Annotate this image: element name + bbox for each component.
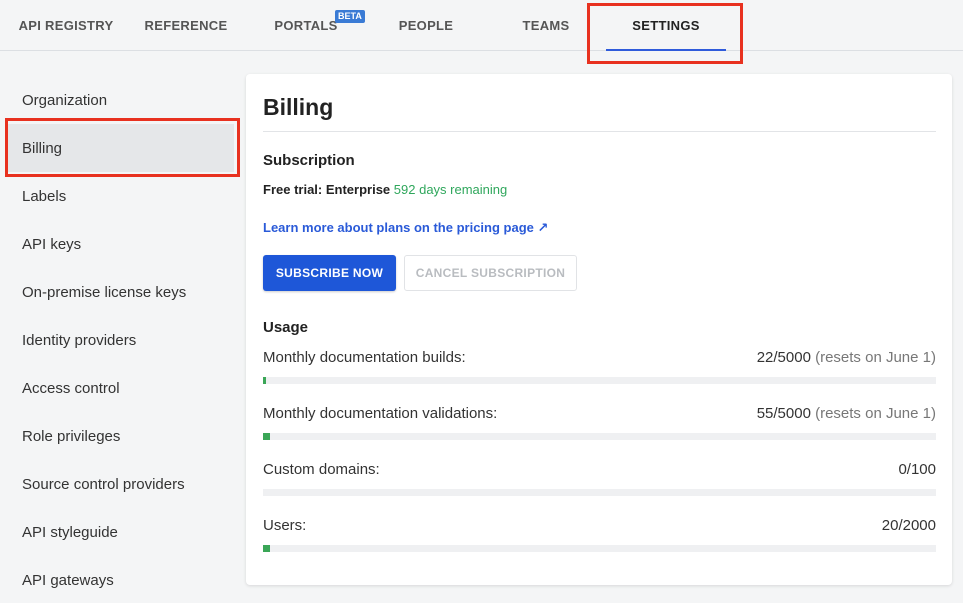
tab-people[interactable]: PEOPLE (384, 0, 468, 51)
sidebar-item-label: Organization (22, 91, 108, 109)
usage-progress-fill (263, 377, 266, 384)
subscribe-now-button[interactable]: SUBSCRIBE NOW (263, 255, 396, 291)
plan-name: Free trial: Enterprise (263, 182, 391, 197)
tab-label: PORTALS (274, 18, 338, 33)
usage-count: 0/100 (898, 461, 936, 478)
external-link-icon: ↗ (537, 220, 549, 235)
tab-portals[interactable]: PORTALS BETA (262, 0, 365, 51)
days-remaining: 592 days remaining (393, 182, 508, 197)
sidebar-item-on-premise-license-keys[interactable]: On-premise license keys (8, 268, 234, 316)
sidebar-item-label: Billing (22, 139, 63, 157)
tab-label: TEAMS (522, 18, 570, 33)
usage-value: 55/5000 (resets on June 1) (757, 405, 936, 422)
beta-badge: BETA (335, 10, 365, 23)
sidebar-item-label: API gateways (22, 571, 114, 589)
pricing-link-label: Learn more about plans on the pricing pa… (263, 220, 534, 235)
usage-value: 20/2000 (882, 517, 936, 534)
sidebar-item-organization[interactable]: Organization (8, 76, 234, 124)
tab-label: REFERENCE (144, 18, 228, 33)
usage-count: 55/5000 (756, 405, 811, 422)
tab-label: API REGISTRY (18, 18, 114, 33)
billing-card: Billing Subscription Free trial: Enterpr… (246, 74, 952, 585)
sidebar-item-source-control-providers[interactable]: Source control providers (8, 460, 234, 508)
usage-reset-note: (resets on June 1) (815, 405, 936, 422)
usage-value: 0/100 (898, 461, 936, 478)
sidebar-item-api-styleguide[interactable]: API styleguide (8, 508, 234, 556)
usage-label: Custom domains: (263, 461, 380, 478)
usage-progress-bar (263, 489, 936, 496)
top-nav: API REGISTRY REFERENCE PORTALS BETA PEOP… (0, 0, 963, 51)
usage-label: Monthly documentation builds: (263, 349, 466, 366)
page-title: Billing (263, 94, 334, 120)
sidebar-item-identity-providers[interactable]: Identity providers (8, 316, 234, 364)
usage-reset-note: (resets on June 1) (815, 349, 936, 366)
sidebar-item-label: Access control (22, 379, 120, 397)
usage-progress-bar (263, 433, 936, 440)
active-tab-underline (606, 49, 726, 51)
tab-reference[interactable]: REFERENCE (134, 0, 238, 51)
tab-label: PEOPLE (398, 18, 454, 33)
sidebar-item-api-gateways[interactable]: API gateways (8, 556, 234, 603)
tab-settings[interactable]: SETTINGS (606, 0, 726, 51)
usage-label: Users: (263, 517, 307, 534)
tab-api-registry[interactable]: API REGISTRY (10, 0, 122, 51)
usage-count: 20/2000 (881, 517, 936, 534)
usage-progress-bar (263, 377, 936, 384)
subscription-heading: Subscription (263, 152, 355, 169)
sidebar-item-api-keys[interactable]: API keys (8, 220, 234, 268)
trial-status: Free trial: Enterprise 592 days remainin… (263, 182, 507, 197)
usage-count: 22/5000 (756, 349, 811, 366)
sidebar-item-labels[interactable]: Labels (8, 172, 234, 220)
pricing-link[interactable]: Learn more about plans on the pricing pa… (263, 220, 548, 236)
tab-teams[interactable]: TEAMS (506, 0, 586, 51)
usage-heading: Usage (263, 319, 309, 336)
sidebar-item-billing[interactable]: Billing (8, 124, 234, 172)
sidebar-item-label: API keys (22, 235, 82, 253)
sidebar-item-access-control[interactable]: Access control (8, 364, 234, 412)
sidebar-item-label: Identity providers (22, 331, 137, 349)
usage-label: Monthly documentation validations: (263, 405, 498, 422)
sidebar-item-label: On-premise license keys (22, 283, 187, 301)
sidebar-item-label: Labels (22, 187, 67, 205)
sidebar-item-label: Role privileges (22, 427, 121, 445)
usage-value: 22/5000 (resets on June 1) (757, 349, 936, 366)
usage-progress-fill (263, 545, 270, 552)
usage-progress-bar (263, 545, 936, 552)
sidebar-item-role-privileges[interactable]: Role privileges (8, 412, 234, 460)
usage-progress-fill (263, 433, 271, 440)
tab-label: SETTINGS (632, 18, 700, 33)
cancel-subscription-button: CANCEL SUBSCRIPTION (404, 255, 577, 291)
sidebar-item-label: API styleguide (22, 523, 118, 541)
sidebar-item-label: Source control providers (22, 475, 185, 493)
title-divider (263, 131, 936, 132)
